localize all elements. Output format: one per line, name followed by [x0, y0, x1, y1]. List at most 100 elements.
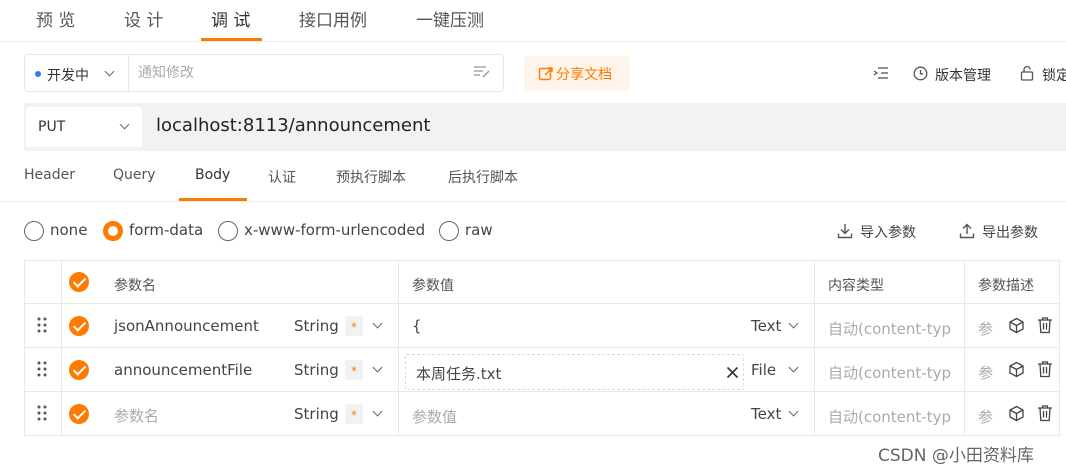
chevron-down-icon[interactable] — [372, 406, 383, 417]
radio-none[interactable] — [24, 221, 44, 241]
outline-icon[interactable] — [873, 66, 889, 80]
header-param-desc: 参数描述 — [978, 278, 1034, 294]
tab-body[interactable]: Body — [195, 167, 230, 183]
cube-icon[interactable] — [1008, 317, 1025, 334]
watermark: CSDN @小田资料库 — [878, 446, 1034, 466]
url-input[interactable]: localhost:8113/announcement — [156, 115, 430, 136]
status-note-group: 开发中 — [24, 54, 504, 92]
table-row: announcementFile String * 本周任务.txt File … — [25, 348, 1059, 391]
param-desc[interactable]: 参 — [978, 406, 993, 427]
import-params-button[interactable]: 导入参数 — [837, 222, 923, 242]
radio-urlencoded[interactable] — [218, 221, 238, 241]
drag-handle-icon[interactable] — [37, 317, 47, 333]
request-url-bar: PUT localhost:8113/announcement — [24, 103, 1066, 151]
cube-icon[interactable] — [1008, 405, 1025, 422]
param-type[interactable]: String — [294, 317, 339, 335]
lock-label: 锁定 — [1042, 68, 1066, 84]
radio-raw[interactable] — [439, 221, 459, 241]
tab-header[interactable]: Header — [24, 167, 75, 183]
radio-form-data[interactable] — [103, 221, 123, 241]
chevron-down-icon[interactable] — [788, 406, 799, 417]
tab-query[interactable]: Query — [113, 167, 156, 183]
share-doc-label: 分享文档 — [556, 67, 612, 83]
tab-api-cases[interactable]: 接口用例 — [299, 6, 367, 31]
method-select[interactable]: PUT — [26, 107, 142, 147]
close-icon[interactable] — [726, 366, 739, 379]
note-input[interactable] — [138, 55, 468, 91]
upload-icon — [959, 223, 975, 239]
import-params-label: 导入参数 — [860, 225, 916, 241]
file-name: 本周任务.txt — [416, 365, 502, 383]
share-doc-button[interactable]: 分享文档 — [524, 56, 630, 91]
tab-auth[interactable]: 认证 — [268, 167, 296, 187]
table-row: jsonAnnouncement String * { Text 自动(cont… — [25, 304, 1059, 347]
tab-pre-script[interactable]: 预执行脚本 — [336, 167, 406, 187]
param-desc[interactable]: 参 — [978, 362, 993, 383]
chevron-down-icon — [104, 66, 115, 77]
radio-none-label: none — [50, 221, 88, 239]
param-name-placeholder[interactable]: 参数名 — [114, 405, 159, 426]
header-content-type: 内容类型 — [828, 278, 884, 294]
drag-handle-icon[interactable] — [37, 405, 47, 421]
chevron-down-icon[interactable] — [788, 362, 799, 373]
trash-icon[interactable] — [1037, 316, 1053, 334]
params-table: 参数名 参数值 内容类型 参数描述 jsonAnnouncement Strin… — [24, 260, 1060, 436]
value-kind[interactable]: Text — [751, 317, 781, 335]
tab-preview[interactable]: 预 览 — [36, 6, 75, 31]
lock-icon — [1020, 65, 1034, 81]
version-management-button[interactable]: 版本管理 — [913, 64, 1003, 84]
param-desc[interactable]: 参 — [978, 318, 993, 339]
row-checkbox[interactable] — [69, 404, 89, 424]
radio-form-data-label: form-data — [129, 221, 204, 239]
cube-icon[interactable] — [1008, 361, 1025, 378]
value-kind[interactable]: File — [751, 361, 776, 379]
radio-raw-label: raw — [465, 221, 493, 239]
tab-debug[interactable]: 调 试 — [211, 6, 250, 31]
param-value[interactable]: { — [412, 317, 422, 335]
param-name[interactable]: announcementFile — [114, 361, 252, 379]
content-type[interactable]: 自动(content-typ — [828, 406, 951, 427]
required-badge[interactable]: * — [345, 360, 363, 380]
param-name[interactable]: jsonAnnouncement — [114, 317, 259, 335]
param-type[interactable]: String — [294, 405, 339, 423]
chevron-down-icon — [119, 119, 130, 130]
chevron-down-icon[interactable] — [788, 318, 799, 329]
header-param-value: 参数值 — [412, 278, 454, 294]
header-param-name: 参数名 — [114, 278, 156, 294]
file-chip[interactable]: 本周任务.txt — [405, 354, 744, 390]
trash-icon[interactable] — [1037, 404, 1053, 422]
lock-button[interactable]: 锁定 — [1020, 64, 1066, 84]
divider — [0, 41, 1066, 42]
edit-list-icon[interactable] — [473, 64, 491, 80]
clock-icon — [913, 66, 928, 81]
trash-icon[interactable] — [1037, 360, 1053, 378]
value-kind[interactable]: Text — [751, 405, 781, 423]
select-all-checkbox[interactable] — [69, 272, 89, 292]
status-dot — [35, 71, 41, 77]
chevron-down-icon[interactable] — [372, 318, 383, 329]
download-icon — [837, 224, 853, 239]
content-type[interactable]: 自动(content-typ — [828, 318, 951, 339]
method-label: PUT — [38, 119, 66, 135]
status-label: 开发中 — [47, 68, 89, 84]
table-row: 参数名 String * 参数值 Text 自动(content-typ 参 — [25, 392, 1059, 435]
version-label: 版本管理 — [935, 68, 991, 84]
content-type[interactable]: 自动(content-typ — [828, 362, 951, 383]
drag-handle-icon[interactable] — [37, 361, 47, 377]
row-checkbox[interactable] — [69, 316, 89, 336]
export-params-label: 导出参数 — [982, 225, 1038, 241]
chevron-down-icon[interactable] — [372, 362, 383, 373]
param-type[interactable]: String — [294, 361, 339, 379]
share-icon — [538, 67, 553, 81]
param-value-placeholder[interactable]: 参数值 — [412, 406, 457, 427]
tab-post-script[interactable]: 后执行脚本 — [448, 167, 518, 187]
row-checkbox[interactable] — [69, 360, 89, 380]
divider — [0, 201, 1066, 202]
status-select[interactable]: 开发中 — [25, 55, 129, 91]
export-params-button[interactable]: 导出参数 — [959, 222, 1045, 242]
tab-design[interactable]: 设 计 — [124, 6, 163, 31]
required-badge[interactable]: * — [345, 316, 363, 336]
tab-load-test[interactable]: 一键压测 — [416, 6, 484, 31]
radio-urlencoded-label: x-www-form-urlencoded — [244, 221, 426, 239]
required-badge[interactable]: * — [345, 404, 363, 424]
